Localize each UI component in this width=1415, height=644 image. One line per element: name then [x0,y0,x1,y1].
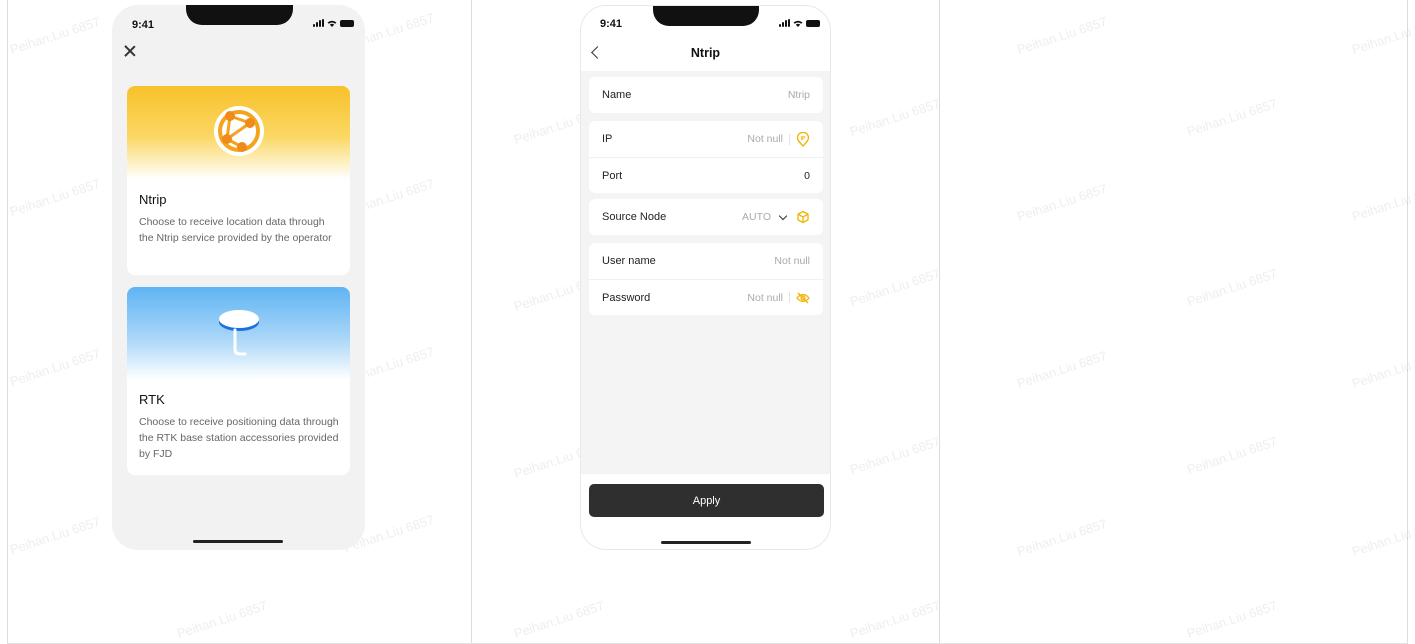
watermark: Peihan.Liu 6857 [1014,347,1110,392]
ip-row[interactable]: IP Not null IP [589,121,823,157]
source-node-row[interactable]: Source Node AUTO [589,199,823,235]
ntrip-banner [127,86,350,179]
status-time: 9:41 [600,18,623,30]
password-row[interactable]: Password Not null [589,279,823,315]
page-title: Ntrip [690,46,721,60]
option-card-ntrip[interactable]: Ntrip Choose to receive location data th… [127,86,350,275]
form-group-server: IP Not null IP Port 0 [589,121,823,193]
phone-ntrip-form: 9:41 Ntrip Name Ntrip IP Not null IP Por… [580,5,831,550]
source-node-label: Source Node [602,211,667,223]
watermark: Peihan.Liu 6857 [1349,515,1415,560]
option-description: Choose to receive positioning data throu… [139,416,339,460]
watermark: Peihan.Liu 6857 [511,597,607,642]
form-group-source: Source Node AUTO [589,199,823,235]
signal-icon [779,19,790,27]
name-input[interactable]: Ntrip [788,89,810,101]
option-description: Choose to receive location data through … [139,216,332,244]
port-input[interactable]: 0 [804,170,810,182]
wifi-icon [327,20,337,27]
status-icons [779,19,820,27]
name-row[interactable]: Name Ntrip [589,77,823,113]
panel-divider [1407,0,1408,644]
divider [789,133,790,145]
watermark: Peihan.Liu 6857 [847,433,943,478]
chevron-down-icon[interactable] [778,211,788,220]
phone-notch [186,5,293,25]
watermark: Peihan.Liu 6857 [1184,265,1280,310]
password-label: Password [602,291,651,304]
phone-notch [653,6,759,26]
rtk-banner [127,287,350,380]
username-row[interactable]: User name Not null [589,243,823,279]
apply-button[interactable]: Apply [589,484,824,517]
watermark: Peihan.Liu 6857 [1014,180,1110,225]
watermark: Peihan.Liu 6857 [7,175,103,220]
svg-text:IP: IP [801,136,806,142]
wifi-icon [793,20,803,27]
watermark: Peihan.Liu 6857 [1349,180,1415,225]
source-node-select[interactable]: AUTO [742,211,771,223]
port-row[interactable]: Port 0 [589,157,823,193]
watermark: Peihan.Liu 6857 [1184,433,1280,478]
panel-divider [471,0,472,644]
form-group-name: Name Ntrip [589,77,823,113]
watermark: Peihan.Liu 6857 [1184,95,1280,140]
watermark: Peihan.Liu 6857 [847,265,943,310]
home-indicator [193,540,283,543]
watermark: Peihan.Liu 6857 [7,345,103,390]
form-group-credentials: User name Not null Password Not null [589,243,823,315]
option-title: RTK [139,392,165,407]
battery-icon [806,19,820,27]
watermark: Peihan.Liu 6857 [1349,347,1415,392]
divider [789,292,790,303]
ip-input[interactable]: Not null [747,133,783,145]
watermark: Peihan.Liu 6857 [1349,13,1415,58]
rtk-antenna-icon [219,310,259,356]
username-input[interactable]: Not null [774,255,810,267]
watermark: Peihan.Liu 6857 [1184,597,1280,642]
watermark: Peihan.Liu 6857 [847,597,943,642]
close-icon[interactable] [122,43,138,59]
globe-network-icon [214,106,264,156]
status-icons [313,19,354,27]
watermark: Peihan.Liu 6857 [174,597,270,642]
battery-icon [340,19,354,27]
option-title: Ntrip [139,192,167,207]
watermark: Peihan.Liu 6857 [1014,13,1110,58]
option-card-rtk[interactable]: RTK Choose to receive positioning data t… [127,287,350,475]
watermark: Peihan.Liu 6857 [7,513,103,558]
ip-label: IP [602,133,613,145]
name-label: Name [602,89,632,101]
eye-hidden-icon[interactable] [796,291,810,305]
ip-location-icon[interactable]: IP [796,131,810,147]
status-time: 9:41 [132,19,155,31]
watermark: Peihan.Liu 6857 [7,13,103,58]
canvas: Peihan.Liu 6857 Peihan.Liu 6857 Peihan.L… [0,0,1415,644]
cube-icon[interactable] [796,210,810,224]
watermark: Peihan.Liu 6857 [847,95,943,140]
password-input[interactable]: Not null [747,292,783,304]
home-indicator [661,541,751,544]
username-label: User name [602,255,656,267]
port-label: Port [602,169,623,182]
phone-select-source: 9:41 Ntrip Choose to receive location da… [112,5,365,550]
panel-divider [7,0,8,644]
watermark: Peihan.Liu 6857 [1014,515,1110,560]
signal-icon [313,19,324,27]
panel-divider [939,0,940,644]
